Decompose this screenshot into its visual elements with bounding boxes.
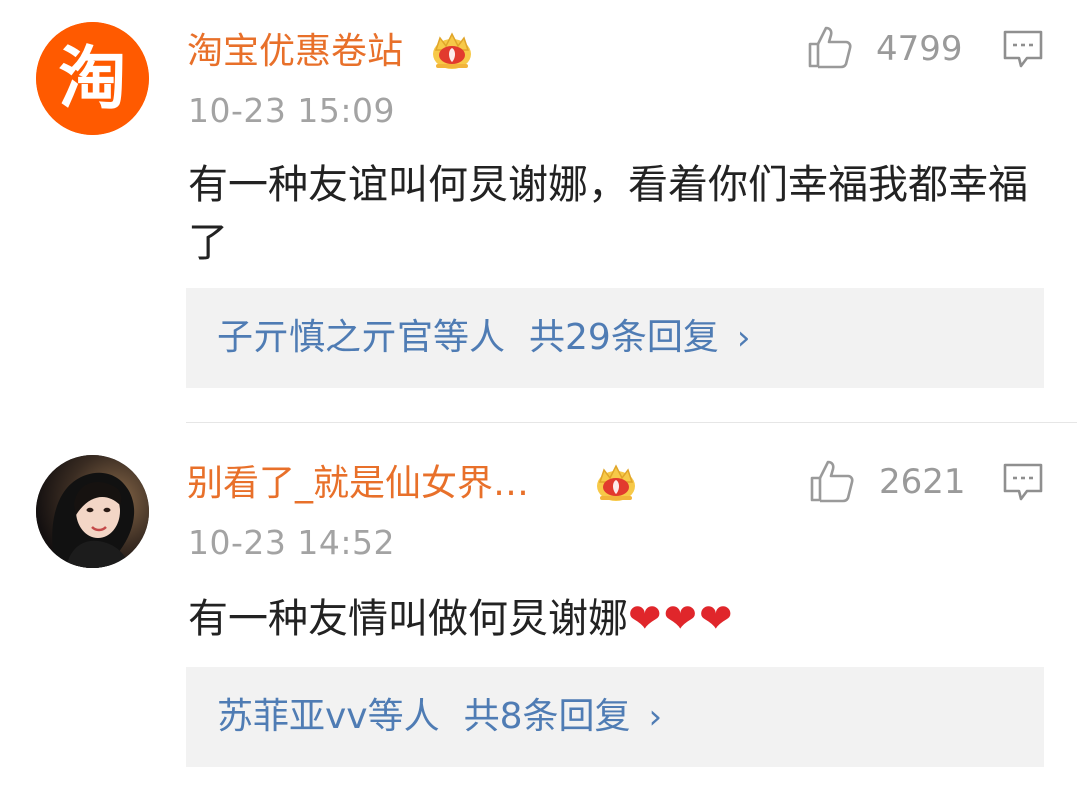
reply-suffix: 等人 [367,696,440,737]
comment-text: 有一种友情叫做何炅谢娜 [188,596,628,642]
chevron-right-icon[interactable]: › [737,318,751,358]
user-avatar [36,455,149,568]
reply-summary-text: 子亓慎之亓官等人 共29条回复 › [217,316,750,360]
comment-icon[interactable] [1002,28,1044,70]
reply-summary-text: 苏菲亚vv等人 共8条回复 › [217,695,662,739]
author-name[interactable]: 别看了_就是仙女界… [187,462,529,506]
comment-icon[interactable] [1002,461,1044,503]
reply-names[interactable]: 子亓慎之亓官 [217,317,433,358]
reply-count-link[interactable]: 共8条回复 [464,696,631,737]
like-count: 2621 [879,462,966,502]
reply-names[interactable]: 苏菲亚vv [217,696,368,737]
comment-time: 10-23 15:09 [188,91,395,130]
reply-count-link[interactable]: 共29条回复 [529,317,719,358]
heart-emoji-icon: ❤❤❤ [628,596,735,642]
reply-suffix: 等人 [433,317,506,358]
avatar[interactable]: 淘 [36,22,149,135]
avatar-text: 淘 [58,40,126,119]
comment-time: 10-23 14:52 [188,523,395,562]
thumbs-up-icon[interactable] [808,458,856,504]
crown-icon[interactable] [430,28,474,72]
like-count: 4799 [876,29,963,69]
thumbs-up-icon[interactable] [806,24,854,70]
divider [186,422,1077,423]
author-name[interactable]: 淘宝优惠卷站 [187,30,403,74]
reply-summary[interactable]: 子亓慎之亓官等人 共29条回复 › [186,288,1044,388]
taobao-logo-icon: 淘 [36,22,149,135]
comment-item: 别看了_就是仙女界… 10-23 14:52 2621 有一种友情叫做何炅谢娜❤… [0,425,1077,798]
crown-icon[interactable] [594,460,638,504]
chevron-right-icon[interactable]: › [649,697,663,737]
comment-text: 有一种友谊叫何炅谢娜，看着你们幸福我都幸福了 [188,162,1028,266]
reply-summary[interactable]: 苏菲亚vv等人 共8条回复 › [186,667,1044,767]
comment-text-container: 有一种友情叫做何炅谢娜❤❤❤ [188,590,1048,648]
avatar[interactable] [36,455,149,568]
comment-list: 淘 淘宝优惠卷站 10-23 15:09 4799 有一种友谊叫何炅谢娜，看着你… [0,0,1077,798]
comment-item: 淘 淘宝优惠卷站 10-23 15:09 4799 有一种友谊叫何炅谢娜，看着你… [0,0,1077,410]
